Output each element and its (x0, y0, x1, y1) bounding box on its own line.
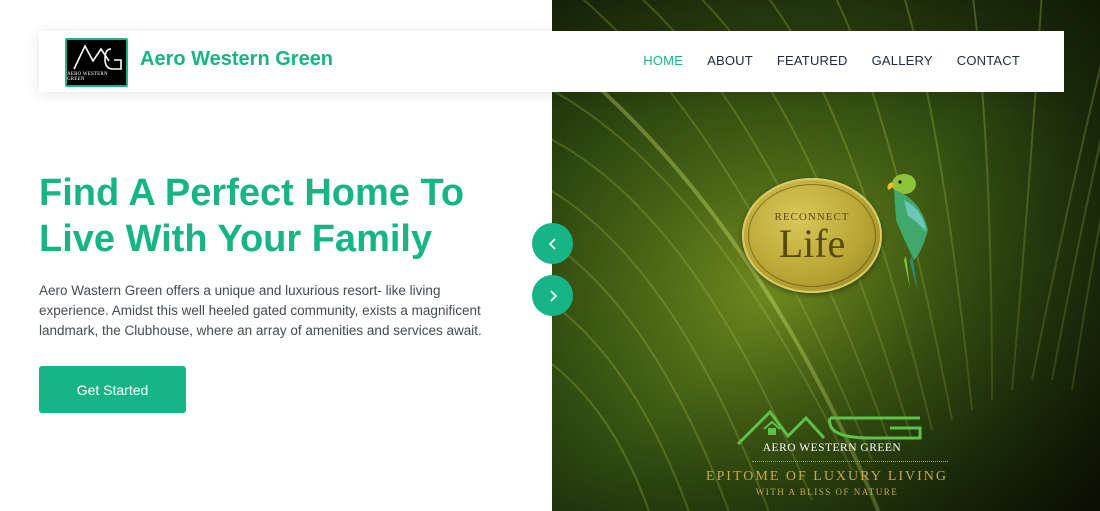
carousel-prev-button[interactable] (532, 223, 573, 264)
logo-caption: AERO WESTERN GREEN (67, 72, 108, 82)
divider (752, 461, 948, 462)
hero-description: Aero Wastern Green offers a unique and l… (39, 283, 482, 338)
badge-main-text: Life (778, 221, 846, 266)
brand-name[interactable]: Aero Western Green (140, 48, 333, 71)
subtagline-text: WITH A BLISS OF NATURE (755, 487, 899, 497)
get-started-button[interactable]: Get Started (39, 366, 186, 413)
nav-contact[interactable]: CONTACT (957, 53, 1020, 68)
chevron-right-icon (549, 289, 557, 302)
hero-headline: Find A Perfect Home To Live With Your Fa… (39, 172, 465, 260)
awg-logo-icon (72, 44, 122, 70)
awg-name-text: AERO WESTERN GREEN (762, 442, 902, 454)
tagline-text: EPITOME OF LUXURY LIVING (705, 469, 949, 484)
parrot-icon (887, 174, 928, 292)
nav-menu: HOME ABOUT FEATURED GALLERY CONTACT (643, 53, 1020, 68)
chevron-left-icon (548, 237, 556, 250)
nav-about[interactable]: ABOUT (707, 53, 753, 68)
nav-gallery[interactable]: GALLERY (872, 53, 933, 68)
reconnect-life-badge: RECONNECT Life (742, 178, 882, 293)
brand-logo[interactable]: AERO WESTERN GREEN (65, 38, 128, 87)
nav-featured[interactable]: FEATURED (777, 53, 848, 68)
navbar: AERO WESTERN GREEN Aero Western Green HO… (39, 31, 1064, 92)
nav-home[interactable]: HOME (643, 53, 683, 68)
carousel-next-button[interactable] (532, 275, 573, 316)
